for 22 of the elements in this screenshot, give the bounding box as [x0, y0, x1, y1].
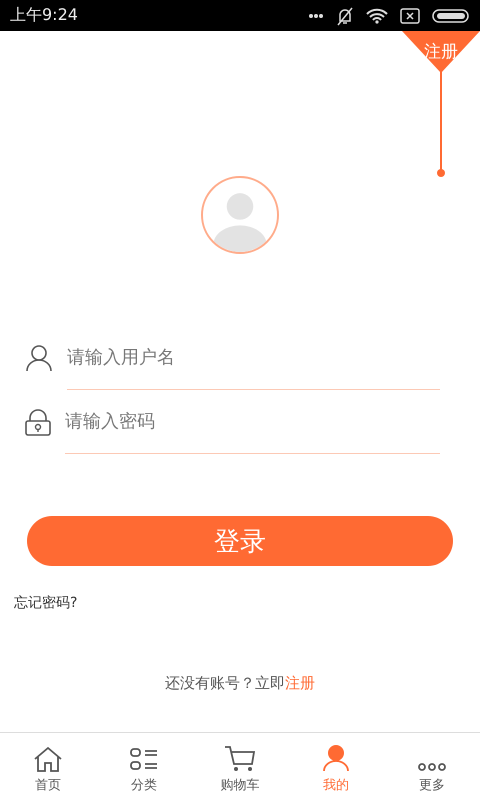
more-dots-icon	[308, 12, 324, 18]
list-icon	[130, 746, 158, 772]
signup-prompt: 还没有账号？立即注册	[164, 674, 316, 693]
status-time: 上午9:24	[10, 5, 78, 26]
person-icon	[322, 744, 350, 772]
wifi-icon	[366, 8, 388, 24]
tab-item[interactable]: 分类	[96, 733, 192, 800]
forgot-password-link[interactable]: 忘记密码?	[14, 594, 78, 612]
username-field[interactable]: 请输入用户名	[67, 326, 440, 390]
battery-icon	[432, 8, 470, 24]
muted-bell-icon	[336, 6, 354, 26]
home-icon	[33, 746, 63, 772]
tab-item[interactable]: 购物车	[192, 733, 288, 800]
no-sim-icon	[400, 8, 420, 24]
user-icon	[25, 344, 53, 372]
more-icon	[417, 762, 447, 772]
lock-icon	[25, 408, 51, 436]
tab-item[interactable]: 首页	[0, 733, 96, 800]
cart-icon	[224, 744, 256, 772]
hanging-dot	[437, 169, 445, 177]
tab-item[interactable]: 更多	[384, 733, 480, 800]
password-field[interactable]: 请输入密码	[65, 390, 440, 454]
